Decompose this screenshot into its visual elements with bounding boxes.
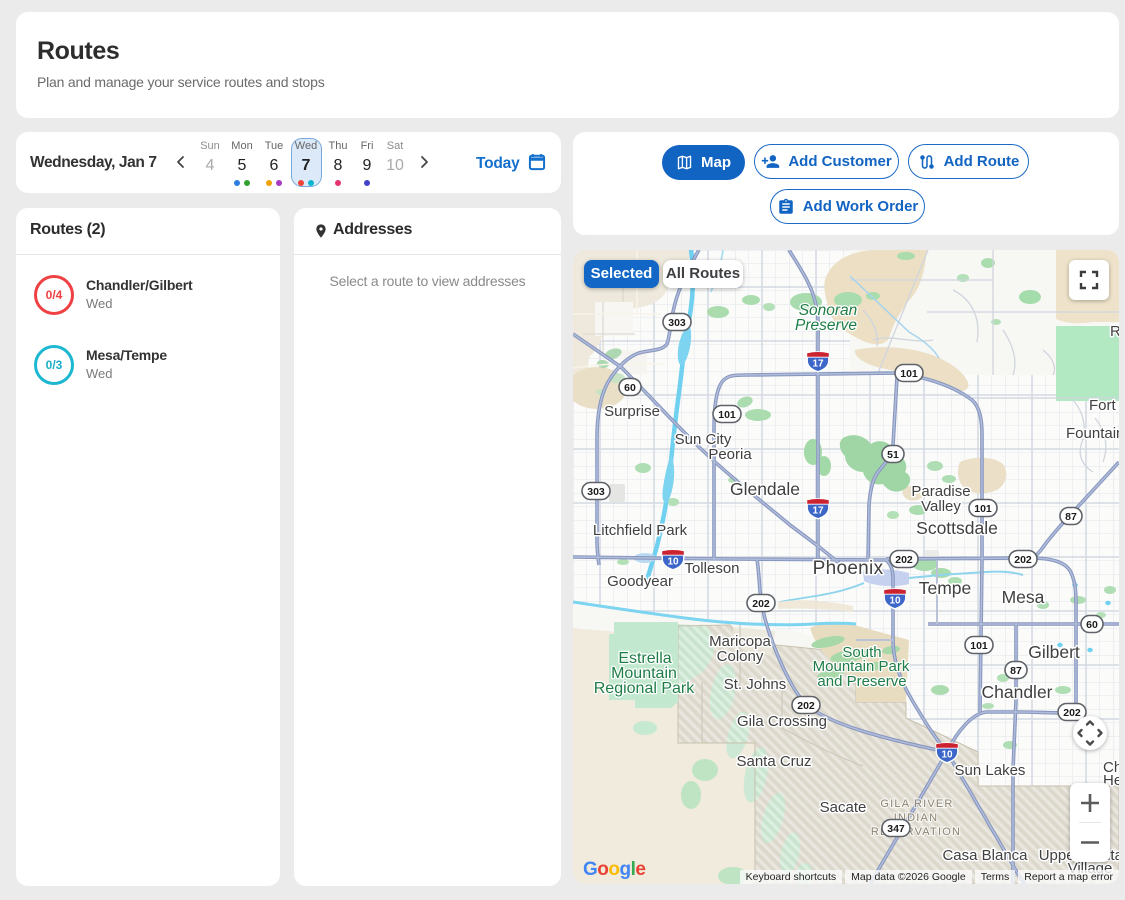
svg-text:Fountain Hills: Fountain Hills — [1066, 425, 1119, 442]
svg-text:Casa Blanca: Casa Blanca — [942, 847, 1028, 864]
svg-text:Scottsdale: Scottsdale — [916, 518, 998, 538]
svg-text:Fort McDowell: Fort McDowell — [1089, 397, 1119, 414]
svg-text:Preserve: Preserve — [795, 317, 857, 334]
svg-text:202: 202 — [752, 598, 770, 610]
svg-text:Gila Crossing: Gila Crossing — [737, 713, 827, 730]
svg-text:60: 60 — [1086, 619, 1098, 631]
svg-text:101: 101 — [970, 640, 988, 652]
svg-text:202: 202 — [895, 554, 913, 566]
svg-text:202: 202 — [797, 700, 815, 712]
svg-text:Litchfield Park: Litchfield Park — [593, 522, 688, 539]
svg-text:Tolleson: Tolleson — [684, 560, 739, 577]
svg-text:St. Johns: St. Johns — [724, 676, 787, 693]
svg-text:202: 202 — [1014, 554, 1032, 566]
svg-text:Glendale: Glendale — [730, 479, 800, 499]
svg-text:10: 10 — [667, 557, 679, 568]
svg-text:10: 10 — [941, 750, 953, 761]
svg-text:17: 17 — [812, 506, 824, 517]
svg-text:Rio Verde: Rio Verde — [1110, 323, 1119, 340]
svg-text:Santa Cruz: Santa Cruz — [736, 753, 811, 770]
svg-text:101: 101 — [718, 409, 736, 421]
svg-text:10: 10 — [889, 596, 901, 607]
svg-text:17: 17 — [812, 359, 824, 370]
svg-text:Tempe: Tempe — [919, 578, 972, 598]
svg-text:Surprise: Surprise — [604, 403, 660, 420]
svg-text:Sacate: Sacate — [820, 799, 867, 816]
svg-text:Peoria: Peoria — [708, 446, 752, 463]
svg-text:87: 87 — [1010, 665, 1022, 677]
svg-text:Goodyear: Goodyear — [607, 573, 673, 590]
svg-text:101: 101 — [974, 503, 992, 515]
svg-text:303: 303 — [587, 486, 605, 498]
svg-text:and Preserve: and Preserve — [817, 673, 906, 690]
svg-text:60: 60 — [624, 382, 636, 394]
svg-text:Chandler: Chandler — [981, 682, 1052, 702]
svg-text:347: 347 — [887, 823, 905, 835]
svg-text:Colony: Colony — [717, 648, 764, 665]
svg-text:Mesa: Mesa — [1002, 587, 1045, 607]
svg-text:Gilbert: Gilbert — [1028, 642, 1080, 662]
svg-text:GILA RIVER: GILA RIVER — [880, 798, 953, 810]
svg-text:87: 87 — [1065, 511, 1077, 523]
svg-text:Regional Park: Regional Park — [594, 680, 696, 697]
svg-text:Sun Lakes: Sun Lakes — [955, 762, 1026, 779]
svg-text:Valley: Valley — [921, 498, 961, 515]
svg-text:Phoenix: Phoenix — [813, 558, 884, 579]
svg-text:303: 303 — [668, 317, 686, 329]
svg-text:101: 101 — [900, 368, 918, 380]
svg-text:51: 51 — [887, 449, 899, 461]
